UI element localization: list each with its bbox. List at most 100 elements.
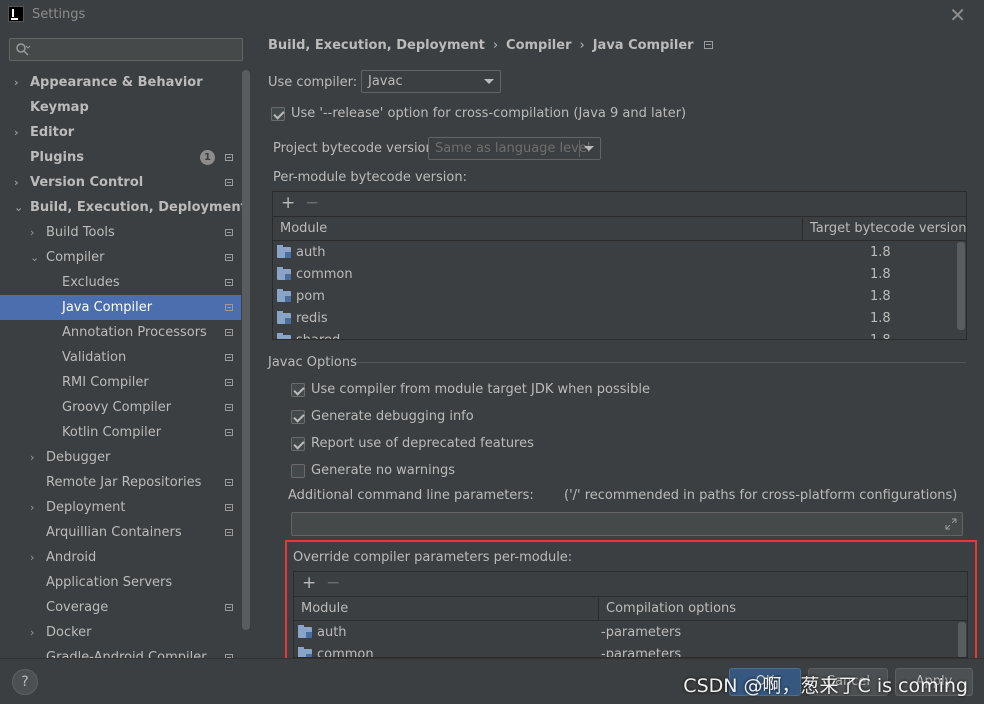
table-header: Module Compilation options (294, 598, 967, 621)
use-compiler-dropdown[interactable]: Javac (361, 70, 501, 93)
chevron-down-icon[interactable]: ⌄ (30, 245, 40, 270)
search-input[interactable] (9, 38, 243, 61)
column-header[interactable]: Module (294, 598, 598, 621)
table-row[interactable]: pom 1.8 (273, 286, 966, 308)
table-row[interactable]: common -parameters (294, 644, 967, 658)
module-folder-icon (298, 647, 312, 657)
sidebar-scrollbar[interactable] (242, 70, 250, 630)
add-icon[interactable]: + (302, 573, 316, 593)
chevron-right-icon[interactable]: › (14, 170, 24, 195)
add-icon[interactable]: + (281, 193, 295, 213)
column-header[interactable]: Compilation options (598, 598, 967, 621)
sidebar-item[interactable]: Groovy Compiler (0, 395, 241, 420)
project-level-icon (225, 529, 233, 536)
sidebar-item[interactable]: ⌄ Compiler (0, 245, 241, 270)
sidebar-item[interactable]: Gradle-Android Compiler (0, 645, 241, 658)
additional-params-input[interactable] (291, 512, 963, 536)
close-icon[interactable]: ✕ (949, 3, 966, 27)
sidebar-item[interactable]: Coverage (0, 595, 241, 620)
module-name: common (317, 647, 374, 658)
project-bytecode-label: Project bytecode version: (273, 141, 439, 156)
sidebar-item-label: Java Compiler (62, 300, 153, 315)
sidebar-item-label: RMI Compiler (62, 375, 149, 390)
chevron-right-icon[interactable]: › (30, 445, 40, 470)
chevron-right-icon[interactable]: › (30, 495, 40, 520)
sidebar-item-label: Remote Jar Repositories (46, 475, 202, 490)
sidebar-item[interactable]: Keymap (0, 95, 241, 120)
sidebar-item-label: Plugins (30, 150, 84, 165)
sidebar-item-label: Version Control (30, 175, 144, 190)
bytecode-version: 1.8 (870, 267, 891, 282)
sidebar-item[interactable]: RMI Compiler (0, 370, 241, 395)
sidebar-item[interactable]: Excludes (0, 270, 241, 295)
release-option-checkbox[interactable] (271, 107, 285, 121)
module-folder-icon (277, 267, 291, 280)
table-row[interactable]: auth -parameters (294, 622, 967, 644)
sidebar-item[interactable]: › Appearance & Behavior (0, 70, 241, 95)
module-name: pom (296, 289, 325, 304)
sidebar-item[interactable]: Remote Jar Repositories (0, 470, 241, 495)
sidebar-item[interactable]: › Deployment (0, 495, 241, 520)
remove-icon[interactable]: − (305, 193, 319, 213)
project-level-icon (225, 404, 233, 411)
sidebar-item[interactable]: Kotlin Compiler (0, 420, 241, 445)
sidebar-item[interactable]: › Build Tools (0, 220, 241, 245)
sidebar-item[interactable]: › Version Control (0, 170, 241, 195)
title-bar: Settings ✕ (0, 0, 984, 30)
table-row[interactable]: auth 1.8 (273, 242, 966, 264)
javac-option-checkbox[interactable] (291, 464, 305, 478)
bytecode-version: 1.8 (870, 330, 891, 339)
project-level-icon (225, 504, 233, 511)
javac-option-checkbox[interactable] (291, 383, 305, 397)
chevron-right-icon[interactable]: › (14, 120, 24, 145)
settings-content: Build, Execution, Deployment › Compiler › Ja… (252, 30, 984, 658)
chevron-right-icon[interactable]: › (14, 70, 24, 95)
sidebar-item-label: Annotation Processors (62, 325, 207, 340)
additional-params-label: Additional command line parameters: (288, 488, 534, 503)
column-header[interactable]: Module (273, 218, 802, 241)
intellij-app-icon (8, 6, 24, 22)
chevron-right-icon[interactable]: › (30, 220, 40, 245)
project-level-icon (225, 429, 233, 436)
page-settings-icon (703, 41, 713, 49)
sidebar-item[interactable]: › Debugger (0, 445, 241, 470)
module-folder-icon (298, 625, 312, 638)
table-scrollbar[interactable] (958, 622, 966, 657)
chevron-right-icon[interactable]: › (30, 620, 40, 645)
sidebar-item[interactable]: ⌄ Build, Execution, Deployment (0, 195, 247, 220)
sidebar-item[interactable]: Arquillian Containers (0, 520, 241, 545)
chevron-down-icon[interactable]: ⌄ (14, 195, 24, 220)
javac-option-checkbox[interactable] (291, 410, 305, 424)
breadcrumb-item[interactable]: Compiler (506, 38, 571, 53)
remove-icon[interactable]: − (326, 573, 340, 593)
project-level-icon (225, 179, 233, 186)
table-row[interactable]: shared 1.8 (273, 330, 966, 339)
window-title: Settings (32, 7, 86, 22)
use-compiler-value: Javac (368, 74, 403, 89)
bytecode-version: 1.8 (870, 311, 891, 326)
module-folder-icon (277, 333, 291, 339)
help-button[interactable]: ? (12, 669, 38, 695)
chevron-down-icon (584, 146, 594, 151)
table-row[interactable]: common 1.8 (273, 264, 966, 286)
javac-option-checkbox[interactable] (291, 437, 305, 451)
table-scrollbar[interactable] (957, 242, 965, 330)
breadcrumb-item[interactable]: Build, Execution, Deployment (268, 38, 485, 53)
sidebar-item[interactable]: Annotation Processors (0, 320, 241, 345)
sidebar-item[interactable]: › Docker (0, 620, 241, 645)
column-header[interactable]: Target bytecode version (802, 218, 966, 241)
sidebar-item[interactable]: › Editor (0, 120, 241, 145)
project-level-icon (225, 379, 233, 386)
sidebar-item[interactable]: Application Servers (0, 570, 241, 595)
expand-icon[interactable] (945, 518, 957, 530)
breadcrumb-item: Java Compiler (592, 38, 694, 53)
sidebar-item[interactable]: Validation (0, 345, 241, 370)
sidebar-item[interactable]: › Android (0, 545, 241, 570)
project-bytecode-dropdown[interactable]: Same as language level (428, 137, 601, 160)
chevron-right-icon[interactable]: › (30, 545, 40, 570)
table-row[interactable]: redis 1.8 (273, 308, 966, 330)
javac-option-label: Report use of deprecated features (311, 436, 534, 451)
sidebar-item[interactable]: Plugins 1 (0, 145, 241, 170)
sidebar-item[interactable]: Java Compiler (0, 295, 241, 320)
settings-tree: › Appearance & Behavior Keymap › Editor Plugi… (0, 70, 247, 658)
